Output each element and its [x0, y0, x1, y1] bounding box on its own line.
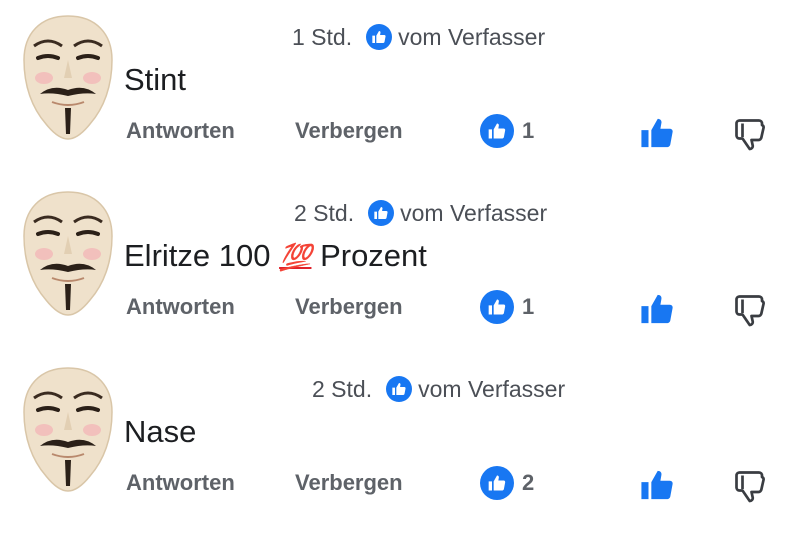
hide-button[interactable]: Verbergen — [295, 294, 403, 320]
like-badge-icon — [386, 376, 413, 402]
author-like-label: vom Verfasser — [418, 375, 566, 402]
comment: 2 Std. vom Verfasser Nase Antworten Verb… — [0, 352, 800, 528]
hide-button[interactable]: Verbergen — [295, 470, 403, 496]
timestamp[interactable]: 1 Std. — [292, 24, 352, 51]
timestamp[interactable]: 2 Std. — [294, 200, 354, 227]
reaction-count[interactable]: 1 — [480, 290, 534, 324]
thumbs-up-icon[interactable] — [638, 292, 676, 326]
like-badge-icon — [480, 114, 514, 148]
comment: 2 Std. vom Verfasser Elritze 100 💯 Proze… — [0, 176, 800, 352]
like-badge-icon — [480, 466, 514, 500]
like-count: 1 — [522, 294, 535, 319]
author-like-label: vom Verfasser — [398, 23, 546, 50]
reply-button[interactable]: Antworten — [126, 118, 235, 144]
like-count: 1 — [522, 118, 535, 143]
thumbs-up-icon[interactable] — [638, 116, 676, 150]
thumbs-down-icon[interactable] — [732, 116, 768, 152]
thumbs-down-icon[interactable] — [732, 292, 768, 328]
hide-button[interactable]: Verbergen — [295, 118, 403, 144]
author-like-label: vom Verfasser — [400, 199, 548, 226]
reaction-count[interactable]: 2 — [480, 466, 534, 500]
timestamp[interactable]: 2 Std. — [312, 376, 372, 403]
comment-meta: 2 Std. vom Verfasser — [312, 374, 565, 404]
redacted-author-name — [128, 22, 288, 52]
comment: 1 Std. vom Verfasser Stint Antworten Ver… — [0, 0, 800, 176]
thumbs-down-icon[interactable] — [732, 468, 768, 504]
like-badge-icon — [480, 290, 514, 324]
reply-button[interactable]: Antworten — [126, 470, 235, 496]
comment-meta: 2 Std. vom Verfasser — [294, 198, 547, 228]
comment-meta: 1 Std. vom Verfasser — [292, 22, 545, 52]
like-count: 2 — [522, 470, 535, 495]
comment-text: Nase — [124, 414, 197, 449]
comment-actions: Antworten Verbergen 1 — [0, 288, 800, 328]
comment-text-part: Elritze 100 — [124, 238, 280, 273]
like-badge-icon — [366, 24, 393, 50]
reply-button[interactable]: Antworten — [126, 294, 235, 320]
comment-text: Stint — [124, 62, 187, 97]
comment-text-part: Prozent — [311, 238, 427, 273]
reaction-count[interactable]: 1 — [480, 114, 534, 148]
comment-text: Elritze 100 💯 Prozent — [124, 238, 427, 274]
thumbs-up-icon[interactable] — [638, 468, 676, 502]
hundred-points-emoji: 💯 — [279, 242, 312, 272]
like-badge-icon — [368, 200, 395, 226]
comment-actions: Antworten Verbergen 2 — [0, 464, 800, 504]
comment-actions: Antworten Verbergen 1 — [0, 112, 800, 152]
